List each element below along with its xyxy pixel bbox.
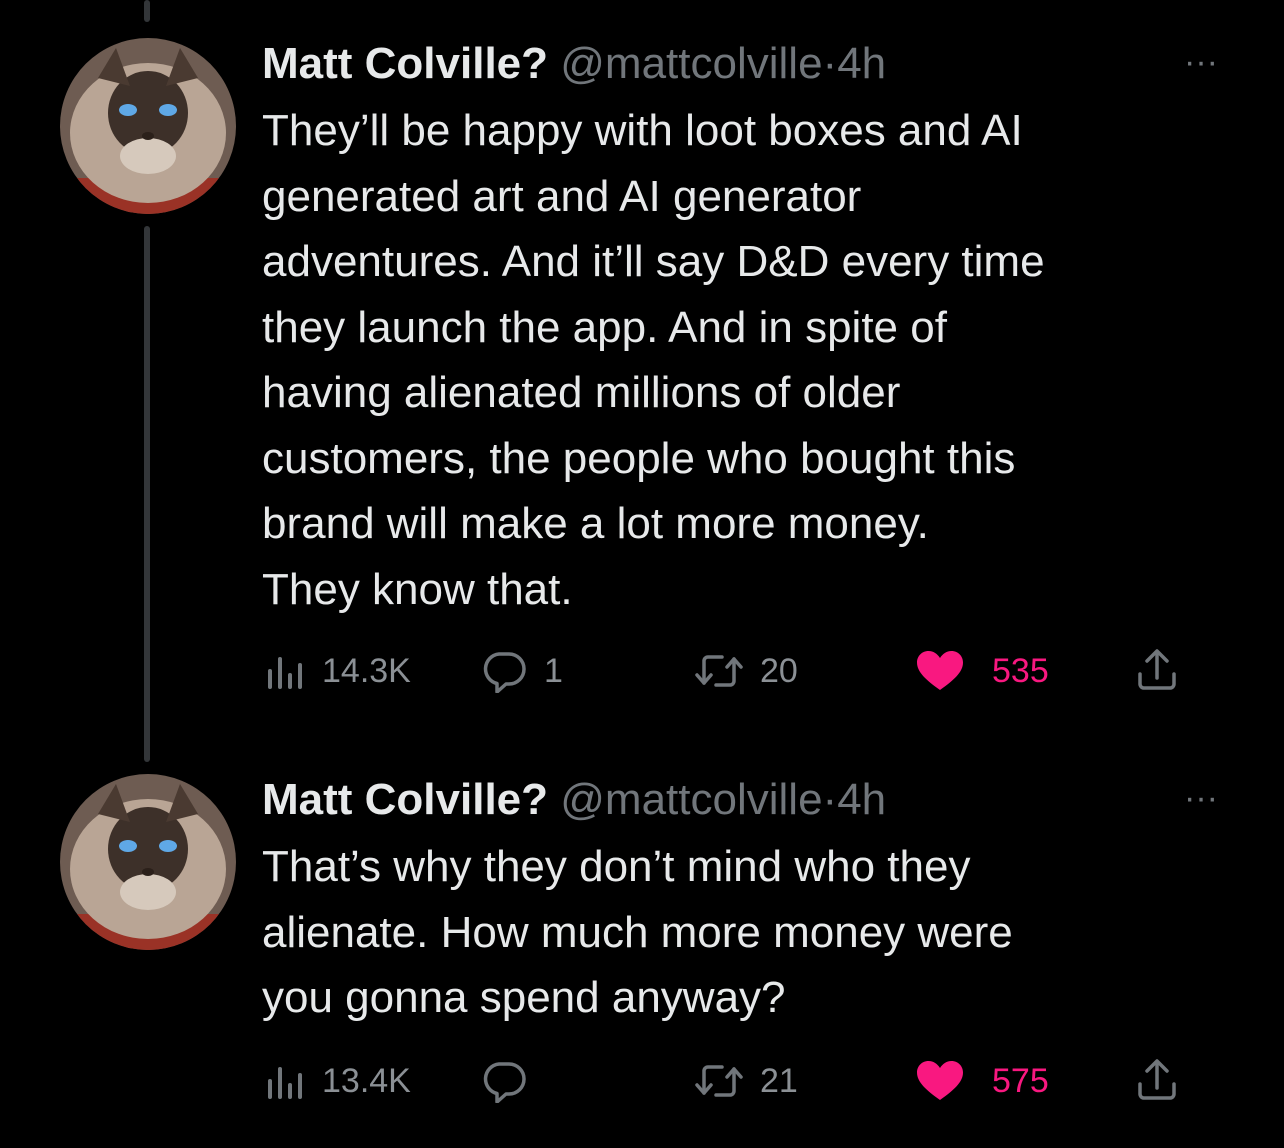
- reply-button[interactable]: 1: [480, 646, 563, 696]
- views-button[interactable]: 14.3K: [262, 646, 411, 696]
- tweet-text-line: adventures. And it’ll say D&D every time: [262, 237, 1045, 286]
- timestamp[interactable]: 4h: [837, 775, 886, 824]
- retweet-icon: [694, 1061, 744, 1101]
- views-count: 13.4K: [322, 1061, 411, 1100]
- reply-button[interactable]: [480, 1056, 544, 1106]
- views-icon: [262, 649, 306, 693]
- reply-icon: [480, 649, 528, 693]
- tweet-text-line: you gonna spend anyway?: [262, 973, 786, 1022]
- views-count: 14.3K: [322, 651, 411, 690]
- share-icon: [1134, 648, 1180, 694]
- tweet-header: Matt Colville? @mattcolville·4h: [262, 774, 886, 826]
- tweet-text-line: That’s why they don’t mind who they: [262, 842, 971, 891]
- author-name[interactable]: Matt Colville?: [262, 39, 548, 88]
- cat-avatar-image: [60, 38, 236, 214]
- retweet-button[interactable]: 21: [694, 1056, 798, 1106]
- share-icon: [1134, 1058, 1180, 1104]
- tweet-text-line: alienate. How much more money were: [262, 907, 1013, 957]
- tweet-text-line: they launch the app. And in spite of: [262, 302, 947, 352]
- like-count: 575: [992, 1061, 1049, 1100]
- thread-line: [144, 226, 150, 762]
- heart-icon: [916, 650, 964, 692]
- retweet-button[interactable]: 20: [694, 646, 798, 696]
- tweet-text: That’s why they don’t mind who they alie…: [262, 834, 1222, 1031]
- reply-count: 1: [544, 651, 563, 690]
- tweet-header: Matt Colville? @mattcolville·4h: [262, 38, 886, 90]
- share-button[interactable]: [1134, 1056, 1180, 1106]
- tweet-text-line: generated art and AI generator: [262, 171, 862, 221]
- heart-icon: [916, 1060, 964, 1102]
- separator-dot: ·: [822, 775, 838, 824]
- retweet-count: 20: [760, 651, 798, 690]
- separator-dot: ·: [822, 39, 838, 88]
- reply-icon: [480, 1059, 528, 1103]
- timestamp[interactable]: 4h: [837, 39, 886, 88]
- like-button[interactable]: 535: [916, 646, 1049, 696]
- more-icon[interactable]: ···: [1184, 781, 1218, 815]
- author-handle[interactable]: @mattcolville: [560, 39, 822, 88]
- avatar[interactable]: [60, 774, 236, 950]
- tweet-text: They’ll be happy with loot boxes and AI …: [262, 98, 1222, 622]
- retweet-count: 21: [760, 1061, 798, 1100]
- thread-line-top: [144, 0, 150, 22]
- tweet-text-line: They’ll be happy with loot boxes and AI: [262, 106, 1023, 155]
- tweet-text-line: They know that.: [262, 564, 573, 614]
- author-name[interactable]: Matt Colville?: [262, 775, 548, 824]
- tweet-text-line: having alienated millions of older: [262, 368, 901, 417]
- tweet-actions: 14.3K 1 20 535: [262, 646, 1202, 696]
- like-button[interactable]: 575: [916, 1056, 1049, 1106]
- like-count: 535: [992, 651, 1049, 690]
- more-icon[interactable]: ···: [1184, 45, 1218, 79]
- author-handle[interactable]: @mattcolville: [560, 775, 822, 824]
- cat-avatar-image: [60, 774, 236, 950]
- retweet-icon: [694, 651, 744, 691]
- tweet-actions: 13.4K 21 575: [262, 1056, 1202, 1106]
- tweet-text-line: brand will make a lot more money.: [262, 499, 929, 548]
- views-button[interactable]: 13.4K: [262, 1056, 411, 1106]
- avatar[interactable]: [60, 38, 236, 214]
- views-icon: [262, 1059, 306, 1103]
- tweet-text-line: customers, the people who bought this: [262, 433, 1016, 483]
- share-button[interactable]: [1134, 646, 1180, 696]
